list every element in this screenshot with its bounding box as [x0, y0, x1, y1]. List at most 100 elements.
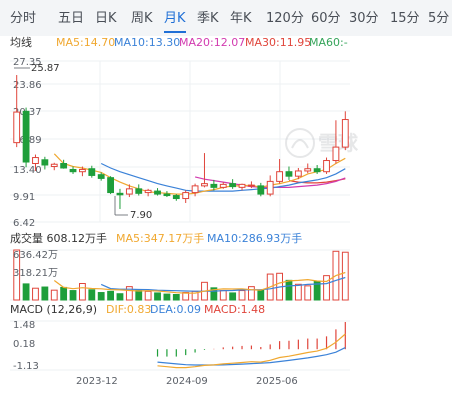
candle-body-down — [163, 193, 171, 197]
candle-body-up — [182, 192, 190, 200]
volume-bar — [219, 290, 227, 301]
ma10-legend: MA10:13.30 — [114, 36, 180, 49]
ma60-legend: MA60:- — [309, 36, 348, 49]
candle — [50, 162, 58, 171]
candle — [135, 184, 143, 196]
vol-ma10-legend: MA10:286.93万手 — [207, 231, 302, 245]
tab-monthly-k[interactable]: 月K — [164, 11, 186, 27]
macd-value-legend: MACD:1.48 — [204, 303, 265, 316]
candle — [182, 190, 190, 204]
price-panel: 均线 MA5:14.70 MA10:13.30 MA20:12.07 MA30:… — [10, 36, 359, 229]
candle-body-up — [294, 170, 302, 177]
tab-five-day[interactable]: 五日 — [58, 11, 84, 27]
volume-bar — [229, 292, 237, 301]
candle — [41, 156, 49, 170]
candle-body-up — [266, 180, 274, 195]
x-axis: 2023-12 2024-09 2025-06 — [76, 376, 298, 387]
candle-body-down — [210, 183, 218, 188]
candle-body-down — [135, 188, 143, 194]
macd-legend-label: MACD (12,26,9) — [10, 303, 97, 316]
candle-body-down — [97, 174, 105, 179]
x-axis-label-2: 2025-06 — [256, 376, 298, 387]
candle — [285, 166, 293, 180]
candle-body-up — [32, 157, 39, 165]
candle-body-down — [257, 185, 265, 195]
volume-bar — [107, 290, 114, 301]
tab-intraday[interactable]: 分时 — [10, 11, 36, 27]
volume-panel: 成交量 608.12万手 MA5:347.17万手 MA10:286.93万手 … — [10, 231, 350, 301]
period-tab-bar: 分时 五日 日K 周K 月K 季K 年K 120分 60分 30分 15分 5分 — [0, 0, 452, 36]
volume-tick-1: 318.21万 — [13, 268, 58, 279]
high-marker-label: 25.87 — [31, 63, 60, 74]
candle-body-up — [276, 171, 283, 182]
candle-body-down — [313, 168, 321, 173]
dea-legend: DEA:0.09 — [150, 303, 201, 316]
low-marker-label: 7.90 — [130, 210, 152, 221]
dif-legend: DIF:0.83 — [106, 303, 151, 316]
volume-bar — [238, 290, 246, 301]
candle-body-up — [125, 188, 133, 195]
candle — [191, 183, 199, 197]
candle-body-up — [219, 183, 227, 188]
candle — [172, 194, 180, 201]
candle — [341, 111, 349, 151]
candle-body-up — [201, 183, 208, 187]
volume-bar — [116, 293, 124, 301]
volume-bar — [304, 285, 312, 301]
volume-bar — [285, 279, 293, 301]
candle-body-up — [341, 119, 349, 148]
candle-body-up — [13, 111, 21, 144]
candle — [266, 175, 274, 197]
price-tick-4: 13.40 — [13, 165, 42, 176]
price-grid — [10, 60, 350, 223]
ma-legend-label: 均线 — [10, 36, 32, 49]
price-tick-1: 23.86 — [13, 80, 42, 91]
price-tick-6: 6.42 — [13, 218, 35, 229]
candle-body-down — [107, 177, 114, 194]
macd-tick-2: -1.13 — [13, 361, 39, 372]
candle-body-up — [144, 189, 152, 194]
candle — [69, 166, 77, 174]
candle-body-down — [172, 195, 180, 200]
volume-bar — [323, 275, 330, 301]
tab-weekly-k[interactable]: 周K — [131, 11, 153, 27]
candle — [323, 157, 330, 174]
candle-body-up — [50, 163, 58, 167]
tab-60min[interactable]: 60分 — [311, 11, 341, 27]
macd-tick-0: 1.48 — [13, 320, 35, 331]
tab-yearly-k[interactable]: 年K — [230, 11, 252, 27]
tab-daily-k[interactable]: 日K — [95, 11, 117, 27]
candle — [229, 179, 237, 189]
candle — [238, 183, 246, 191]
candle — [257, 182, 265, 197]
candle-body-up — [332, 146, 340, 162]
candle-body-down — [116, 192, 124, 196]
tab-15min[interactable]: 15分 — [390, 11, 420, 27]
volume-bar — [88, 289, 96, 301]
macd-tick-1: 0.18 — [13, 339, 35, 350]
candle-body-up — [79, 168, 86, 173]
volume-bar — [341, 251, 349, 301]
volume-bar — [22, 283, 30, 301]
volume-bar — [248, 286, 255, 301]
candle-body-down — [60, 163, 68, 169]
candle-body-down — [88, 168, 96, 176]
volume-bar — [154, 292, 161, 301]
volume-bar — [135, 290, 143, 301]
tab-120min[interactable]: 120分 — [266, 11, 304, 27]
candle — [219, 182, 227, 189]
tab-quarterly-k[interactable]: 季K — [197, 11, 219, 27]
candle — [201, 153, 208, 188]
candle — [22, 107, 30, 168]
macd-panel: MACD (12,26,9) DIF:0.83 DEA:0.09 MACD:1.… — [10, 303, 350, 372]
ma20-legend: MA20:12.07 — [179, 36, 245, 49]
candle — [154, 188, 161, 196]
tab-5min[interactable]: 5分 — [428, 11, 449, 27]
volume-bar — [41, 286, 49, 301]
volume-bar — [50, 289, 58, 301]
x-axis-label-0: 2023-12 — [76, 376, 118, 387]
candle — [116, 188, 124, 209]
tab-30min[interactable]: 30分 — [349, 11, 379, 27]
candle — [276, 159, 283, 184]
chart-canvas: 均线 MA5:14.70 MA10:13.30 MA20:12.07 MA30:… — [10, 36, 359, 387]
